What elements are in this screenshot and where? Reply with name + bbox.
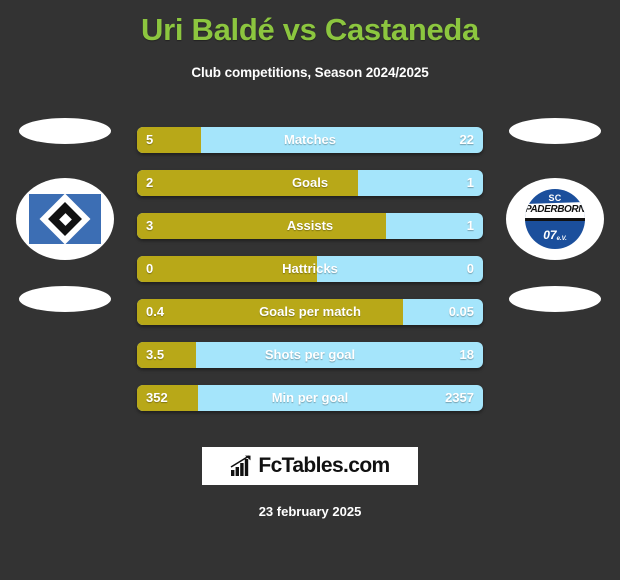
stat-label: Min per goal <box>271 390 349 405</box>
stat-row: 3 Assists 1 <box>137 213 483 239</box>
decorative-ellipse-bottom-right <box>509 286 601 312</box>
stat-away-value: 1 <box>466 218 474 233</box>
paderborn-year: 07 <box>543 228 557 242</box>
stat-row: 352 Min per goal 2357 <box>137 385 483 411</box>
away-team-crest-area: SC PADERBORN 07e.V. <box>490 118 620 312</box>
decorative-ellipse-top-right <box>509 118 601 144</box>
stat-row: 5 Matches 22 <box>137 127 483 153</box>
decorative-ellipse-bottom-left <box>19 286 111 312</box>
stat-label: Matches <box>283 132 337 147</box>
stat-row: 0.4 Goals per match 0.05 <box>137 299 483 325</box>
stat-row: 3.5 Shots per goal 18 <box>137 342 483 368</box>
fctables-logo[interactable]: FcTables.com <box>202 447 418 485</box>
stat-away-value: 22 <box>459 132 474 147</box>
paderborn-line3: 07e.V. <box>525 228 585 242</box>
paderborn-crest-icon: SC PADERBORN 07e.V. <box>506 178 604 260</box>
snapshot-date: 23 february 2025 <box>258 504 362 519</box>
stat-away-value: 18 <box>459 347 474 362</box>
hsv-crest-icon <box>16 178 114 260</box>
stat-away-value: 0.05 <box>448 304 474 319</box>
decorative-ellipse-top-left <box>19 118 111 144</box>
paderborn-line2: PADERBORN <box>525 204 585 215</box>
paderborn-crest-field: SC PADERBORN 07e.V. <box>525 189 585 249</box>
page-title: Uri Baldé vs Castaneda <box>141 12 479 47</box>
home-team-crest-area <box>0 118 130 312</box>
stat-row: 2 Goals 1 <box>137 170 483 196</box>
hsv-crest-field <box>29 193 101 245</box>
fctables-brand-text: FcTables.com <box>258 454 390 477</box>
stat-label: Assists <box>286 218 334 233</box>
stat-away-value: 1 <box>466 175 474 190</box>
paderborn-suffix: e.V. <box>556 236 567 242</box>
stat-away-value: 2357 <box>445 390 474 405</box>
stat-row: 0 Hattricks 0 <box>137 256 483 282</box>
stat-label: Shots per goal <box>264 347 356 362</box>
page-subtitle: Club competitions, Season 2024/2025 <box>191 64 429 80</box>
stat-label: Goals <box>291 175 329 190</box>
stat-label: Goals per match <box>259 304 361 319</box>
paderborn-line1: SC <box>548 193 562 203</box>
stat-away-value: 0 <box>466 261 474 276</box>
paderborn-underline <box>525 218 585 221</box>
stat-label: Hattricks <box>282 261 338 276</box>
stat-comparison-list: 5 Matches 22 2 Goals 1 3 Assists 1 0 Hattricks 0 0.4… <box>137 127 483 428</box>
bar-chart-growth-icon <box>230 455 251 476</box>
